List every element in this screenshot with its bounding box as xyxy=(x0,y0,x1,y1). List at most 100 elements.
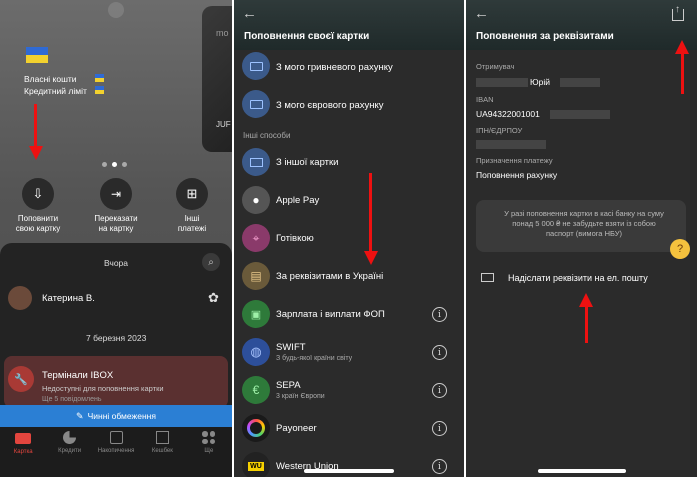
option-other-card[interactable]: З іншої картки xyxy=(234,148,464,178)
info-icon[interactable]: i xyxy=(432,421,447,436)
option-sublabel: З будь-якої країни світу xyxy=(276,355,353,362)
info-icon[interactable]: i xyxy=(432,345,447,360)
header: ← ↑ Поповнення за реквізитами xyxy=(466,0,697,50)
tab-more-label: Ще xyxy=(204,448,214,454)
top-up-label: Поповнити свою картку xyxy=(15,214,61,234)
contact-name[interactable]: Катерина В. xyxy=(42,293,95,304)
card-preview[interactable]: mo JUF xyxy=(202,6,232,152)
tab-more[interactable]: Ще xyxy=(186,427,232,477)
annotation-arrow-head xyxy=(579,293,593,307)
eur-account-icon xyxy=(242,90,270,118)
option-label: SEPA xyxy=(276,380,301,391)
annotation-arrow-head xyxy=(364,251,378,265)
other-payments-button[interactable]: ⊞ Інші платежі xyxy=(162,178,222,235)
credit-limit-label: Кредитний ліміт xyxy=(24,86,87,96)
purpose-label: Призначення платежу xyxy=(476,156,553,165)
tab-card[interactable]: Картка xyxy=(0,427,46,477)
safe-icon xyxy=(109,431,123,444)
info-icon[interactable]: i xyxy=(432,307,447,322)
option-salary-fop[interactable]: ▣ Зарплата і виплати ФОП i xyxy=(234,300,464,330)
avatar xyxy=(8,286,32,310)
pie-icon xyxy=(63,431,77,444)
option-sepa[interactable]: € SEPA 3 країн Європи i xyxy=(234,376,464,406)
flower-icon: ✿ xyxy=(208,290,219,305)
card-icon xyxy=(242,148,270,176)
page-indicator xyxy=(102,162,127,167)
info-icon[interactable]: i xyxy=(432,459,447,474)
recipient-value: Юрій xyxy=(530,77,550,87)
annotation-arrow-head xyxy=(675,40,689,54)
plus-square-icon: ⊞ xyxy=(176,178,208,210)
header: ← Поповнення своєї картки xyxy=(234,0,464,50)
option-cash[interactable]: ⌖ Готівкою xyxy=(234,224,464,254)
flag-mini-icon xyxy=(95,74,104,82)
wrench-icon: ✎ xyxy=(76,410,84,421)
card-icon xyxy=(15,433,32,444)
location-pin-icon: ⌖ xyxy=(242,224,270,252)
back-arrow-icon[interactable]: ← xyxy=(474,5,489,22)
thinking-emoji-icon: ? xyxy=(670,239,690,259)
option-label: Зарплата і виплати ФОП xyxy=(276,309,385,320)
tab-savings-label: Накопичення xyxy=(97,448,135,454)
purpose-value: Поповнення рахунку xyxy=(476,170,558,180)
limits-banner[interactable]: ✎ Чинні обмеження xyxy=(0,405,232,427)
globe-icon: ◍ xyxy=(242,338,270,366)
notice-text: У разі поповнення картки в касі банку на… xyxy=(504,209,664,239)
annotation-arrow xyxy=(681,54,684,94)
option-label: Готівкою xyxy=(276,233,314,244)
option-label: За реквізитами в Україні xyxy=(276,271,384,282)
annotation-arrow xyxy=(34,104,37,148)
back-arrow-icon[interactable]: ← xyxy=(242,5,257,22)
bank-logo-icon xyxy=(108,2,124,18)
wrench-icon: 🔧 xyxy=(8,366,34,392)
uah-account-icon xyxy=(242,52,270,80)
terminal-notice-card[interactable]: 🔧 Термінали IBOX Недоступні для поповнен… xyxy=(4,356,228,408)
option-requisites-ukraine[interactable]: ▤ За реквізитами в Україні xyxy=(234,262,464,292)
share-arrow: ↑ xyxy=(675,4,680,15)
section-other-ways: Інші способи xyxy=(243,131,291,140)
annotation-arrow-head xyxy=(29,146,43,160)
option-uah-account[interactable]: З мого гривневого рахунку xyxy=(234,52,464,84)
blurred-surname xyxy=(476,78,528,87)
option-label: З мого єврового рахунку xyxy=(276,100,384,111)
top-up-options-screen: ← Поповнення своєї картки З мого гривнев… xyxy=(234,0,464,477)
option-western-union[interactable]: WU Western Union i xyxy=(234,452,464,477)
wu-badge: WU xyxy=(248,461,264,471)
card-corner-text: JUF xyxy=(216,120,231,129)
option-swift[interactable]: ◍ SWIFT З будь-якої країни світу i xyxy=(234,338,464,368)
option-payoneer[interactable]: Payoneer i xyxy=(234,414,464,444)
blurred-iban xyxy=(550,110,610,119)
send-email-label: Надіслати реквізити на ел. пошту xyxy=(508,273,648,283)
ukraine-flag-icon xyxy=(26,47,48,63)
own-funds-label: Власні кошти xyxy=(24,74,77,84)
option-label: З мого гривневого рахунку xyxy=(276,62,393,73)
card-brand-text: mo xyxy=(216,28,229,38)
search-icon[interactable]: ⌕ xyxy=(202,253,220,271)
home-indicator xyxy=(304,469,394,473)
requisites-screen: ← ↑ Поповнення за реквізитами Отримувач … xyxy=(466,0,697,477)
download-icon: ⇩ xyxy=(22,178,54,210)
option-apple-pay[interactable]: ● Apple Pay xyxy=(234,186,464,216)
option-label: SWIFT xyxy=(276,342,306,353)
option-label: Apple Pay xyxy=(276,195,320,206)
top-up-own-card-button[interactable]: ⇩ Поповнити свою картку xyxy=(8,178,68,235)
euro-icon: € xyxy=(242,376,270,404)
grid-icon xyxy=(202,431,216,444)
tab-card-label: Картка xyxy=(13,449,33,455)
info-icon[interactable]: i xyxy=(432,383,447,398)
option-label: З іншої картки xyxy=(276,157,339,168)
tab-cashback[interactable]: Кешбек xyxy=(139,427,185,477)
apple-icon: ● xyxy=(242,186,270,214)
feed-date-yesterday: Вчора xyxy=(104,258,128,268)
option-eur-account[interactable]: З мого єврового рахунку xyxy=(234,90,464,122)
tab-credits[interactable]: Кредити xyxy=(46,427,92,477)
terminal-sub: Недоступні для поповнення картки xyxy=(42,384,164,393)
flag-mini-icon xyxy=(95,86,104,94)
option-sublabel: 3 країн Європи xyxy=(276,393,325,400)
tab-savings[interactable]: Накопичення xyxy=(93,427,139,477)
western-union-icon: WU xyxy=(242,452,270,477)
send-email-button[interactable]: Надіслати реквізити на ел. пошту xyxy=(466,263,697,293)
transfer-to-card-button[interactable]: ⇥ Переказати на картку xyxy=(86,178,146,235)
limits-banner-label: Чинні обмеження xyxy=(87,411,156,421)
feed-date-2: 7 березня 2023 xyxy=(86,333,147,343)
